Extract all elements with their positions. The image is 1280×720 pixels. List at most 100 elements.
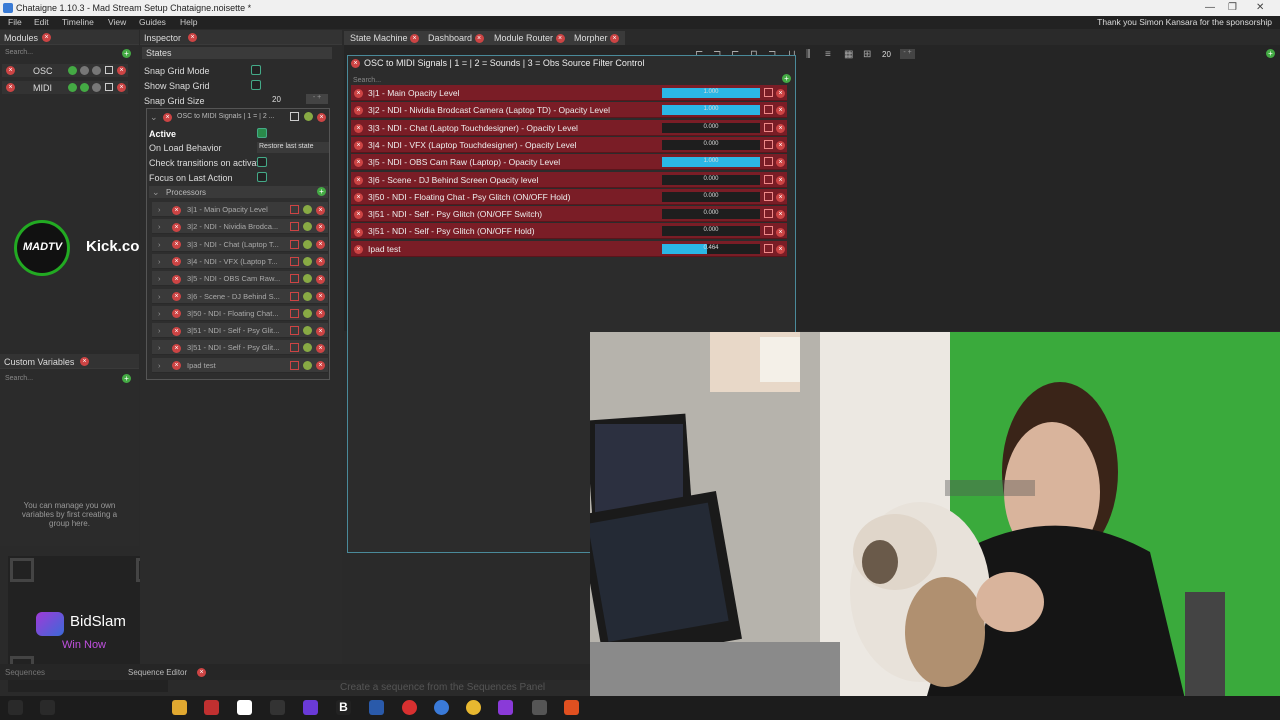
processor-delete-icon[interactable]: × [316,274,325,284]
processor-remove-icon[interactable]: × [172,343,181,353]
module-item-osc[interactable]: × OSC × [2,64,128,77]
processor-item[interactable]: › × 3|6 - Scene - DJ Behind S... × [152,288,328,304]
mapping-row[interactable]: × 3|1 - Main Opacity Level 1.000 × [351,85,787,101]
checkbox-icon[interactable] [105,83,113,91]
brave-icon[interactable] [564,700,579,715]
processor-delete-icon[interactable]: × [316,292,325,302]
mapping-delete-icon[interactable]: × [776,157,785,168]
processor-remove-icon[interactable]: × [172,292,181,302]
mapping-delete-icon[interactable]: × [776,105,785,116]
mapping-checkbox[interactable] [764,209,773,219]
mapping-row[interactable]: × 3|51 - NDI - Self - Psy Glitch (ON/OFF … [351,223,787,240]
mapping-checkbox[interactable] [764,243,773,253]
tab-state-machine[interactable]: State Machine × [344,31,426,45]
show-snap-grid-checkbox[interactable] [251,80,261,90]
processor-enable-icon[interactable] [303,256,312,266]
search-icon[interactable] [40,700,55,715]
processor-delete-icon[interactable]: × [316,222,325,232]
chevron-right-icon[interactable]: › [158,343,161,352]
menu-help[interactable]: Help [180,17,197,27]
processor-delete-icon[interactable]: × [316,361,325,371]
mapping-delete-icon[interactable]: × [776,140,785,151]
processor-enable-icon[interactable] [303,274,312,284]
processor-remove-icon[interactable]: × [172,274,181,284]
grid-icon[interactable]: ▦ [844,49,853,60]
processor-checkbox[interactable] [290,222,299,232]
lock-icon[interactable] [532,700,547,715]
processor-delete-icon[interactable]: × [316,240,325,250]
mapping-delete-icon[interactable]: × [776,88,785,99]
mapping-checkbox[interactable] [764,191,773,201]
chevron-down-icon[interactable]: ⌄ [150,112,158,123]
mapping-checkbox[interactable] [764,88,773,97]
add-mapping-button[interactable]: + [782,74,791,83]
processor-remove-icon[interactable]: × [172,240,181,250]
mapping-delete-icon[interactable]: × [776,209,785,220]
mapping-row[interactable]: × 3|4 - NDI - VFX (Laptop Touchdesigner) … [351,136,787,153]
windows-start-icon[interactable] [8,700,23,715]
chrome-icon[interactable] [466,700,481,715]
processor-enable-icon[interactable] [303,326,312,336]
mapping-delete-icon[interactable]: × [776,226,785,237]
mapping-value-slider[interactable]: 0.000 [662,122,760,133]
mapping-checkbox[interactable] [764,139,773,149]
chevron-right-icon[interactable]: › [158,292,161,301]
mapping-row[interactable]: × 3|2 - NDI - Nividia Brodcast Camera (La… [351,102,787,119]
mapping-remove-icon[interactable]: × [354,140,363,151]
tab-dashboard[interactable]: Dashboard × [422,31,490,45]
processor-checkbox[interactable] [290,205,299,214]
mapping-enable-icon[interactable] [304,112,313,121]
tab-sequence-editor[interactable]: Sequence Editor [128,668,187,677]
processor-enable-icon[interactable] [303,343,312,353]
mapping-remove-icon[interactable]: × [354,88,363,99]
mapping-row[interactable]: × 3|50 - NDI - Floating Chat - Psy Glitch… [351,188,787,205]
processor-remove-icon[interactable]: × [172,205,181,215]
state-node-close-icon[interactable]: × [351,58,360,69]
close-tab-icon[interactable]: × [474,34,484,44]
mapping-value-slider[interactable]: 1.000 [662,105,760,116]
close-variables-icon[interactable]: × [80,357,89,366]
mapping-value-slider[interactable]: 0.000 [662,226,760,237]
processor-enable-icon[interactable] [303,360,312,370]
maximize-icon[interactable]: ❐ [1228,2,1237,13]
record-icon[interactable] [402,700,417,715]
close-icon[interactable]: ✕ [1256,2,1264,13]
tab-morpher[interactable]: Morpher × [568,31,626,45]
chevron-right-icon[interactable]: › [158,257,161,266]
mapping-delete-icon[interactable]: × [317,112,326,123]
menu-guides[interactable]: Guides [139,17,166,27]
state-node-search-input[interactable]: Search... [353,74,381,84]
processor-delete-icon[interactable]: × [316,326,325,336]
snap-grid-stepper[interactable]: - + [306,94,328,104]
close-sequence-editor-icon[interactable]: × [197,668,206,677]
mapping-checkbox[interactable] [764,122,773,132]
mapping-checkbox[interactable] [764,226,773,236]
processor-checkbox[interactable] [290,308,299,318]
close-mapping-icon[interactable]: × [163,112,172,123]
processor-item[interactable]: › × 3|2 - NDI - Nividia Brodca... × [152,219,328,235]
menu-view[interactable]: View [108,17,126,27]
chevron-right-icon[interactable]: › [158,361,161,370]
module-item-midi[interactable]: × MIDI × [2,81,128,94]
mapping-delete-icon[interactable]: × [776,244,785,254]
processor-delete-icon[interactable]: × [316,309,325,319]
mapping-row[interactable]: × 3|51 - NDI - Self - Psy Glitch (ON/OFF … [351,206,787,223]
close-tab-icon[interactable]: × [410,34,420,44]
processor-delete-icon[interactable]: × [316,257,325,267]
mapping-delete-icon[interactable]: × [776,192,785,202]
processor-checkbox[interactable] [290,291,299,301]
delete-icon[interactable]: × [117,83,126,92]
processor-item[interactable]: › × 3|51 - NDI - Self - Psy Glit... × [152,323,328,339]
processor-delete-icon[interactable]: × [316,343,325,353]
x-icon[interactable] [270,700,285,715]
distribute-h-icon[interactable]: ⫼ [806,49,811,60]
on-load-select[interactable]: Restore last state [257,142,329,153]
mapping-delete-icon[interactable]: × [776,123,785,133]
grid-app-icon[interactable] [303,700,318,715]
mapping-delete-icon[interactable]: × [776,175,785,185]
processor-remove-icon[interactable]: × [172,257,181,267]
mapping-remove-icon[interactable]: × [354,209,363,220]
mapping-row[interactable]: × 3|6 - Scene - DJ Behind Screen Opacity … [351,171,787,188]
vscode-icon[interactable] [369,700,384,715]
chevron-right-icon[interactable]: › [158,309,161,318]
